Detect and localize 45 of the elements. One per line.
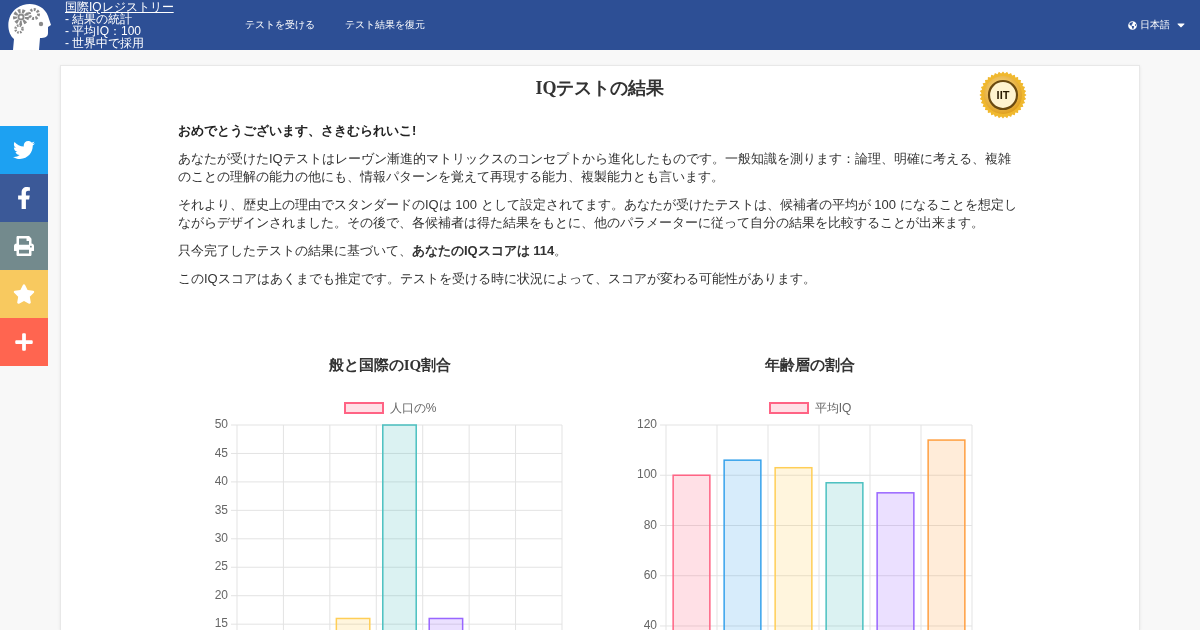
nav-link[interactable]: テスト結果を復元 [345,18,425,32]
bar [428,617,464,630]
bar [335,617,371,630]
y-tick-label: 15 [214,616,228,630]
share-button[interactable] [0,174,48,222]
y-tick-label: 45 [214,445,228,460]
site-fact-text: - 平均IQ：100 [65,25,142,37]
result-paragraph: 只今完了したテストの結果に基づいて、あなたのIQスコアは 114。 [178,242,569,260]
site-name-link[interactable]: 国際IQレジストリー [65,1,180,13]
plus-icon [14,332,34,352]
result-paragraph: このIQスコアはあくまでも推定です。テストを受ける時に状況によって、スコアが変わる可能性があります。 [178,270,817,288]
language-dropdown[interactable]: 日本語 [1128,18,1187,32]
share-button[interactable] [0,222,48,270]
y-tick-label: 30 [214,531,228,545]
chart-title: 年齢層の割合 [765,356,855,375]
y-tick-label: 25 [214,559,228,574]
seal-icon [979,71,1027,119]
legend-swatch-icon [343,402,384,414]
y-tick-label: 20 [214,587,228,602]
share-button[interactable] [0,318,48,366]
y-tick-label: 100 [636,467,657,482]
result-paragraph: あなたが受けたIQテストはレーヴン漸進的マトリックスのコンセプトから進化したものです。一般知識を測ります：論理、明確に考える、複雑のことの理解の能力の他にも、情報パターンを覚えて再現する能力、複製能力とも言います。 [178,150,1012,186]
bird-icon [13,139,35,161]
page-title: IQテストの結果 [535,77,665,100]
globe-icon [1128,20,1137,30]
nav-link[interactable]: テストを受ける [245,18,315,32]
site-fact-text: - 結果の統計 [65,13,134,25]
legend-label: 平均IQ [814,400,852,416]
result-paragraph: それより、歴史上の理由でスタンダードのIQは 100 として設定されてます。あなたが受けたテストは、候補者の平均が 100 になることを想定しながらデザインされました。その後で、各候補者は得た結果をもとに、他のパラメーターに従って自分の結果を比較することが出来ます。 [178,196,1018,232]
y-tick-label: 40 [214,474,228,489]
legend-label: 人口の% [389,400,437,416]
printer-icon [14,236,34,256]
y-tick-label: 80 [643,517,657,532]
share-button[interactable] [0,126,48,174]
site-fact-text: - 世界中で採用 [65,37,146,49]
y-tick-label: 35 [214,502,228,517]
y-tick-label: 120 [636,417,657,432]
chart-title: 般と国際のIQ割合 [328,356,452,375]
legend-swatch-icon [768,402,809,414]
seal-label: IIT [995,88,1011,102]
greeting-text: おめでとうございます、さきむられいこ! [178,122,418,140]
star-icon [13,283,35,305]
y-tick-label: 50 [214,417,228,432]
y-tick-label: 60 [643,567,657,582]
y-tick-label: 40 [643,618,657,630]
